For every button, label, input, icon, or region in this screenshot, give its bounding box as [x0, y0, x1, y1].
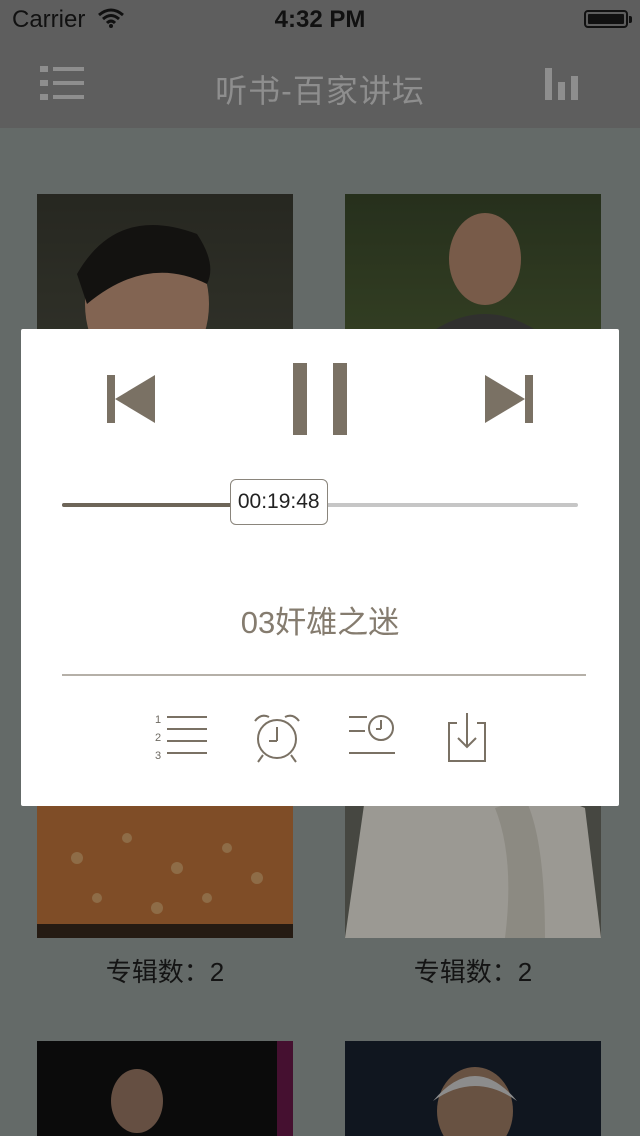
pause-icon[interactable] — [291, 363, 351, 435]
clock: 4:32 PM — [274, 6, 366, 33]
previous-track-icon[interactable] — [105, 373, 157, 425]
numbered-list-icon[interactable]: 1 2 3 — [153, 711, 213, 765]
svg-text:3: 3 — [155, 750, 161, 762]
progress-time-thumb[interactable]: 00:19:48 — [229, 479, 328, 525]
svg-text:2: 2 — [155, 732, 161, 744]
download-icon[interactable] — [443, 711, 503, 765]
divider — [62, 674, 586, 676]
bar-chart-icon[interactable] — [544, 66, 580, 102]
status-bar: Carrier 4:32 PM — [0, 0, 640, 40]
svg-text:1: 1 — [155, 714, 161, 726]
nav-bar: 听书-百家讲坛 — [0, 40, 640, 128]
track-title: 03奸雄之迷 — [240, 605, 400, 640]
battery-icon — [584, 10, 632, 28]
sleep-timer-icon[interactable] — [347, 711, 407, 765]
alarm-clock-icon[interactable] — [247, 711, 307, 765]
next-track-icon[interactable] — [483, 373, 535, 425]
progress-slider[interactable]: 00:19:48 — [62, 479, 578, 525]
audio-player-popup: 00:19:48 03奸雄之迷 1 2 3 — [21, 329, 619, 806]
